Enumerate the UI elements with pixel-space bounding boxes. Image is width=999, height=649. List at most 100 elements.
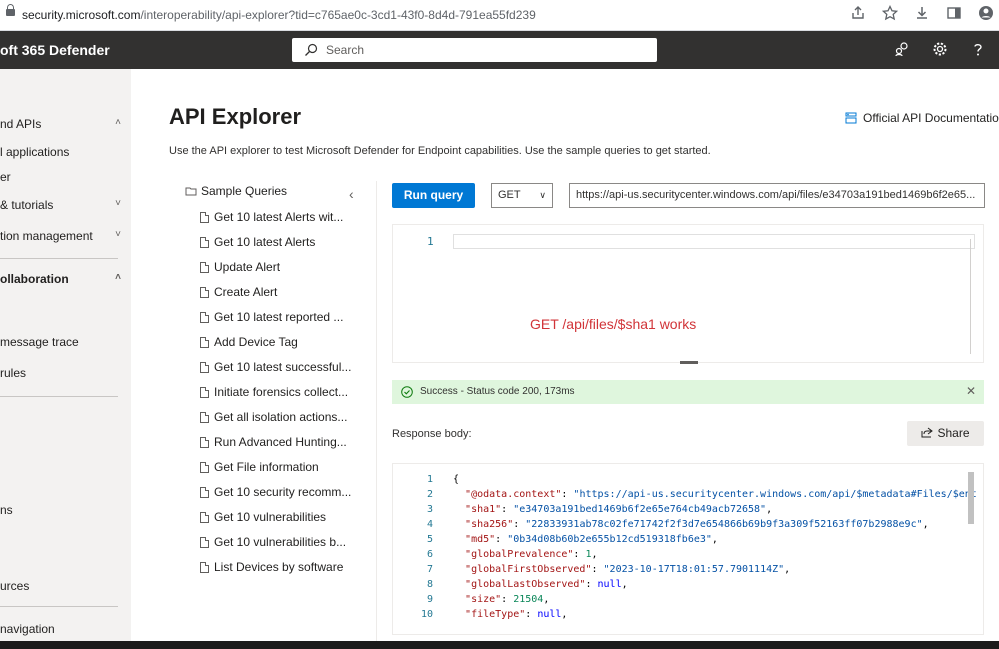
nav-item-collaboration[interactable]: ollaboration ˄ [0,272,125,288]
sample-query-item[interactable]: Initiate forensics collect... [200,385,348,401]
help-icon[interactable] [969,41,987,59]
sample-queries-label: Sample Queries [201,184,288,198]
document-icon [200,412,209,423]
run-query-button[interactable]: Run query [392,183,475,208]
json-value: 21504 [513,594,544,605]
documentation-icon [845,112,857,124]
url-path: /interoperability/api-explorer?tid=c765a… [140,8,536,22]
star-icon[interactable] [881,4,899,23]
download-icon[interactable] [913,5,931,23]
nav-item-management[interactable]: tion management ˅ [0,229,125,245]
share-icon[interactable] [849,5,867,23]
share-icon [921,422,934,438]
page-description: Use the API explorer to test Microsoft D… [169,145,711,157]
json-value: "e34703a191bed1469b6f2e65e764cb49acb7265… [513,504,767,515]
query-label: Add Device Tag [214,335,298,349]
annotation-text: GET /api/files/$sha1 works [530,316,697,332]
line-number: 8 [426,579,433,590]
sample-query-item[interactable]: Run Advanced Hunting... [200,435,347,451]
sample-query-item[interactable]: Get 10 vulnerabilities b... [200,535,346,551]
document-icon [200,287,209,298]
collapse-panel-icon[interactable]: ‹ [349,186,354,202]
json-value: "https://api-us.securitycenter.windows.c… [573,489,977,500]
nav-item-tutorials[interactable]: & tutorials ˅ [0,198,125,214]
code-line: 10 "fileType": null, [393,607,567,622]
sample-query-item[interactable]: Get 10 vulnerabilities [200,510,326,526]
settings-icon[interactable] [931,41,949,59]
folder-icon [185,185,197,197]
json-key: "md5" [465,534,496,545]
request-body-editor[interactable]: 1 [392,224,984,364]
json-brace: { [453,474,460,485]
profile-icon[interactable] [977,5,995,23]
nav-item-explorer[interactable]: er [0,170,125,186]
community-icon[interactable] [893,41,911,59]
sample-query-item[interactable]: Get 10 security recomm... [200,485,351,501]
nav-item-rules[interactable]: rules [0,366,125,382]
resize-handle[interactable] [680,361,698,364]
sample-query-item[interactable]: Get 10 latest reported ... [200,310,343,326]
sample-queries-header[interactable]: Sample Queries [185,184,287,198]
sample-query-item[interactable]: Get File information [200,460,319,476]
query-label: Get 10 latest successful... [214,360,352,374]
query-label: Get 10 vulnerabilities b... [214,535,347,549]
request-url-input[interactable]: https://api-us.securitycenter.windows.co… [569,183,985,208]
line-number: 1 [426,474,433,485]
line-number: 2 [426,489,433,500]
lock-icon [6,4,15,16]
nav-item-label: & tutorials [0,198,54,212]
sample-query-item[interactable]: Create Alert [200,285,277,301]
search-icon [304,43,318,57]
nav-item-label: l applications [0,145,70,159]
close-icon[interactable]: ✕ [966,384,976,398]
document-icon [200,537,209,548]
json-value: null [537,609,562,620]
response-body-viewer[interactable]: 1 {2 "@odata.context": "https://api-us.se… [392,463,984,635]
nav-item-resources[interactable]: urces [0,579,125,595]
nav-item-applications[interactable]: l applications [0,145,125,161]
document-icon [200,312,209,323]
nav-item-label: navigation [0,622,55,636]
share-label: Share [937,426,970,440]
editor-scrollbar[interactable] [970,239,971,354]
json-value: null [597,579,622,590]
browser-address-bar[interactable]: security.microsoft.com/interoperability/… [0,0,999,31]
response-scrollbar-thumb[interactable] [968,472,974,524]
sample-query-item[interactable]: Get all isolation actions... [200,410,347,426]
code-line: 9 "size": 21504, [393,592,549,607]
code-line: 2 "@odata.context": "https://api-us.secu… [393,487,977,502]
doc-link-label: Official API Documentation [863,111,999,125]
document-icon [200,512,209,523]
nav-item-message-trace[interactable]: message trace [0,335,125,351]
query-label: Get File information [214,460,319,474]
search-input[interactable]: Search [292,38,657,62]
nav-item-customize-navigation[interactable]: navigation [0,622,125,638]
sidebar-icon[interactable] [945,5,963,23]
json-key: "sha1" [465,504,502,515]
url-text[interactable]: security.microsoft.com/interoperability/… [22,8,536,22]
http-method-select[interactable]: GET ∨ [491,183,553,208]
query-label: Get 10 vulnerabilities [214,510,327,524]
sample-query-item[interactable]: Get 10 latest Alerts [200,235,315,251]
document-icon [200,362,209,373]
url-host: security.microsoft.com [22,8,141,22]
chevron-down-icon: ∨ [539,190,546,200]
nav-item-label: message trace [0,335,79,349]
json-key: "@odata.context" [465,489,562,500]
json-key: "size" [465,594,502,605]
query-label: Run Advanced Hunting... [214,435,347,449]
nav-item-ns[interactable]: ns [0,503,125,519]
nav-item-apis[interactable]: nd APIs ˄ [0,117,125,133]
code-line: 7 "globalFirstObserved": "2023-10-17T18:… [393,562,790,577]
sample-query-item[interactable]: Get 10 latest successful... [200,360,351,376]
sample-query-item[interactable]: List Devices by software [200,560,343,576]
json-key: "globalPrevalence" [465,549,574,560]
document-icon [200,262,209,273]
api-documentation-link[interactable]: Official API Documentation [845,111,999,125]
json-key: "globalFirstObserved" [465,564,592,575]
share-button[interactable]: Share [907,421,984,446]
query-label: List Devices by software [214,560,344,574]
sample-query-item[interactable]: Update Alert [200,260,280,276]
sample-query-item[interactable]: Get 10 latest Alerts wit... [200,210,343,226]
sample-query-item[interactable]: Add Device Tag [200,335,298,351]
